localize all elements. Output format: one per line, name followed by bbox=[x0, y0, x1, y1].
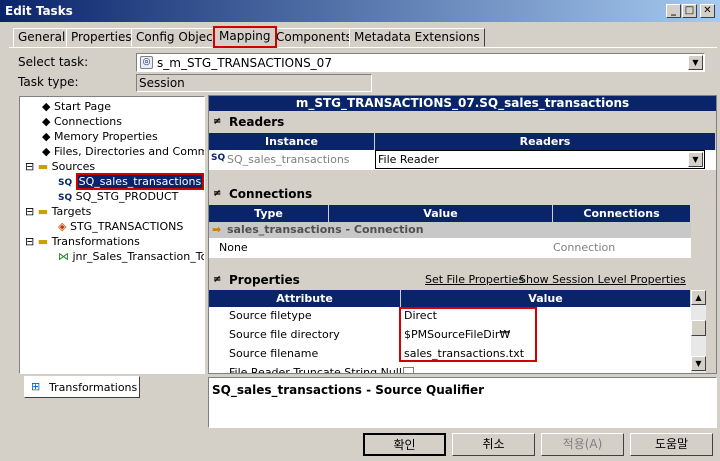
source-qualifier-icon: SQ bbox=[58, 193, 73, 203]
connections-col-value: Value bbox=[329, 205, 553, 222]
readers-col-instance: Instance bbox=[209, 133, 375, 150]
property-attr: Source file directory bbox=[229, 328, 340, 341]
diamond-icon: ◆ bbox=[42, 100, 54, 113]
navigation-tree: ◆ Start Page ◆ Connections ◆ Memory Prop… bbox=[19, 96, 205, 374]
set-file-properties-link[interactable]: Set File Properties bbox=[425, 272, 524, 288]
close-button[interactable]: ✕ bbox=[700, 4, 715, 18]
chevron-down-icon[interactable]: ▼ bbox=[688, 152, 703, 167]
collapse-toggle-icon[interactable]: ≠ bbox=[213, 186, 221, 202]
window-title-bar: Edit Tasks bbox=[0, 0, 720, 22]
collapse-icon[interactable]: ⊟ bbox=[25, 205, 38, 218]
folder-icon: ▬ bbox=[37, 160, 49, 173]
tab-metadata-extensions[interactable]: Metadata Extensions bbox=[349, 28, 485, 47]
properties-table: Source filetype Direct Source file direc… bbox=[209, 307, 691, 373]
tab-general[interactable]: General bbox=[13, 28, 71, 47]
arrow-right-icon: ➡ bbox=[212, 223, 222, 236]
highlight-box bbox=[399, 307, 537, 362]
properties-section-header[interactable]: ≠ Properties Set File Properties Show Ses… bbox=[209, 272, 716, 288]
properties-scrollbar[interactable]: ▲ ▼ bbox=[691, 290, 706, 373]
tab-mapping[interactable]: Mapping bbox=[213, 26, 277, 48]
mapping-details-panel: m_STG_TRANSACTIONS_07.SQ_sales_transacti… bbox=[208, 95, 717, 374]
property-attr: Source filename bbox=[229, 347, 319, 360]
joiner-icon: ⋈ bbox=[58, 250, 69, 263]
select-task-dropdown[interactable]: ◎ s_m_STG_TRANSACTIONS_07 ▼ bbox=[136, 53, 705, 72]
transformations-tab[interactable]: ⊞ Transformations bbox=[24, 376, 140, 398]
transformations-icon: ⊞ bbox=[31, 380, 41, 393]
diamond-icon: ◆ bbox=[42, 130, 54, 143]
tree-item-sq-sales-transactions[interactable]: SQ SQ_sales_transactions bbox=[58, 173, 204, 190]
description-text: SQ_sales_transactions - Source Qualifier bbox=[212, 383, 485, 397]
task-type-value: Session bbox=[136, 74, 372, 92]
properties-col-attribute: Attribute bbox=[209, 290, 401, 307]
tree-item-stg-transactions[interactable]: ◈ STG_TRANSACTIONS bbox=[58, 219, 183, 234]
session-icon: ◎ bbox=[140, 56, 153, 69]
folder-icon: ▬ bbox=[37, 235, 49, 248]
tab-config-object[interactable]: Config Object bbox=[131, 28, 223, 47]
cancel-button[interactable]: 취소 bbox=[452, 433, 535, 456]
window-title: Edit Tasks bbox=[5, 4, 73, 18]
property-attr: File Reader Truncate String Null bbox=[229, 366, 401, 373]
collapse-icon[interactable]: ⊟ bbox=[25, 160, 38, 173]
truncate-checkbox[interactable] bbox=[403, 367, 414, 373]
diamond-icon: ◆ bbox=[42, 145, 54, 158]
tree-item-transformations[interactable]: ⊟ ▬ Transformations bbox=[25, 234, 140, 249]
reader-dropdown[interactable]: File Reader ▼ bbox=[375, 150, 705, 169]
scroll-thumb[interactable] bbox=[691, 320, 706, 336]
collapse-toggle-icon[interactable]: ≠ bbox=[213, 114, 221, 130]
panel-header: m_STG_TRANSACTIONS_07.SQ_sales_transacti… bbox=[209, 96, 716, 111]
help-button[interactable]: 도움말 bbox=[630, 433, 713, 456]
apply-button[interactable]: 적용(A) bbox=[541, 433, 624, 456]
minimize-button[interactable]: _ bbox=[666, 4, 681, 18]
select-task-value: s_m_STG_TRANSACTIONS_07 bbox=[157, 56, 332, 70]
connections-section-header[interactable]: ≠ Connections bbox=[209, 186, 716, 202]
tree-item-sq-stg-product[interactable]: SQ SQ_STG_PRODUCT bbox=[58, 189, 178, 204]
tree-item-start-page[interactable]: ◆ Start Page bbox=[42, 99, 111, 114]
tree-item-files-directories[interactable]: ◆ Files, Directories and Command bbox=[42, 144, 204, 159]
connections-col-type: Type bbox=[209, 205, 329, 222]
source-qualifier-icon: SQ bbox=[211, 153, 226, 163]
tree-item-memory-properties[interactable]: ◆ Memory Properties bbox=[42, 129, 158, 144]
select-task-label: Select task: bbox=[18, 55, 89, 69]
description-box: SQ_sales_transactions - Source Qualifier bbox=[208, 377, 717, 428]
property-attr: Source filetype bbox=[229, 309, 312, 322]
source-qualifier-icon: SQ bbox=[58, 178, 73, 188]
connection-value: Connection bbox=[553, 241, 616, 254]
ok-button[interactable]: 확인 bbox=[363, 433, 446, 456]
folder-icon: ▬ bbox=[37, 205, 49, 218]
scroll-up-icon[interactable]: ▲ bbox=[691, 290, 706, 305]
show-session-level-properties-link[interactable]: Show Session Level Properties bbox=[519, 272, 686, 288]
target-icon: ◈ bbox=[58, 220, 67, 233]
properties-col-value: Value bbox=[401, 290, 691, 307]
reader-instance: SQ_sales_transactions bbox=[227, 153, 350, 166]
tab-properties[interactable]: Properties bbox=[66, 28, 137, 47]
tab-divider bbox=[9, 47, 717, 48]
task-type-label: Task type: bbox=[18, 75, 79, 89]
readers-section-header[interactable]: ≠ Readers bbox=[209, 114, 716, 130]
collapse-icon[interactable]: ⊟ bbox=[25, 235, 38, 248]
tab-components[interactable]: Components bbox=[271, 28, 357, 47]
scroll-down-icon[interactable]: ▼ bbox=[691, 356, 706, 371]
readers-col-readers: Readers bbox=[375, 133, 716, 150]
connections-col-connections: Connections bbox=[553, 205, 691, 222]
diamond-icon: ◆ bbox=[42, 115, 54, 128]
chevron-down-icon[interactable]: ▼ bbox=[688, 55, 703, 70]
tree-item-connections[interactable]: ◆ Connections bbox=[42, 114, 122, 129]
tree-item-sources[interactable]: ⊟ ▬ Sources bbox=[25, 159, 95, 174]
readers-row: SQ SQ_sales_transactions File Reader ▼ bbox=[209, 150, 716, 170]
connection-type: None bbox=[219, 241, 248, 254]
maximize-button[interactable]: □ bbox=[682, 4, 697, 18]
connections-row[interactable]: None Connection bbox=[209, 238, 691, 258]
tree-item-jnr-sales[interactable]: ⋈ jnr_Sales_Transaction_To_ bbox=[58, 249, 204, 264]
tree-item-targets[interactable]: ⊟ ▬ Targets bbox=[25, 204, 91, 219]
connections-group-row: ➡ sales_transactions - Connection bbox=[209, 222, 691, 238]
collapse-toggle-icon[interactable]: ≠ bbox=[213, 272, 221, 288]
